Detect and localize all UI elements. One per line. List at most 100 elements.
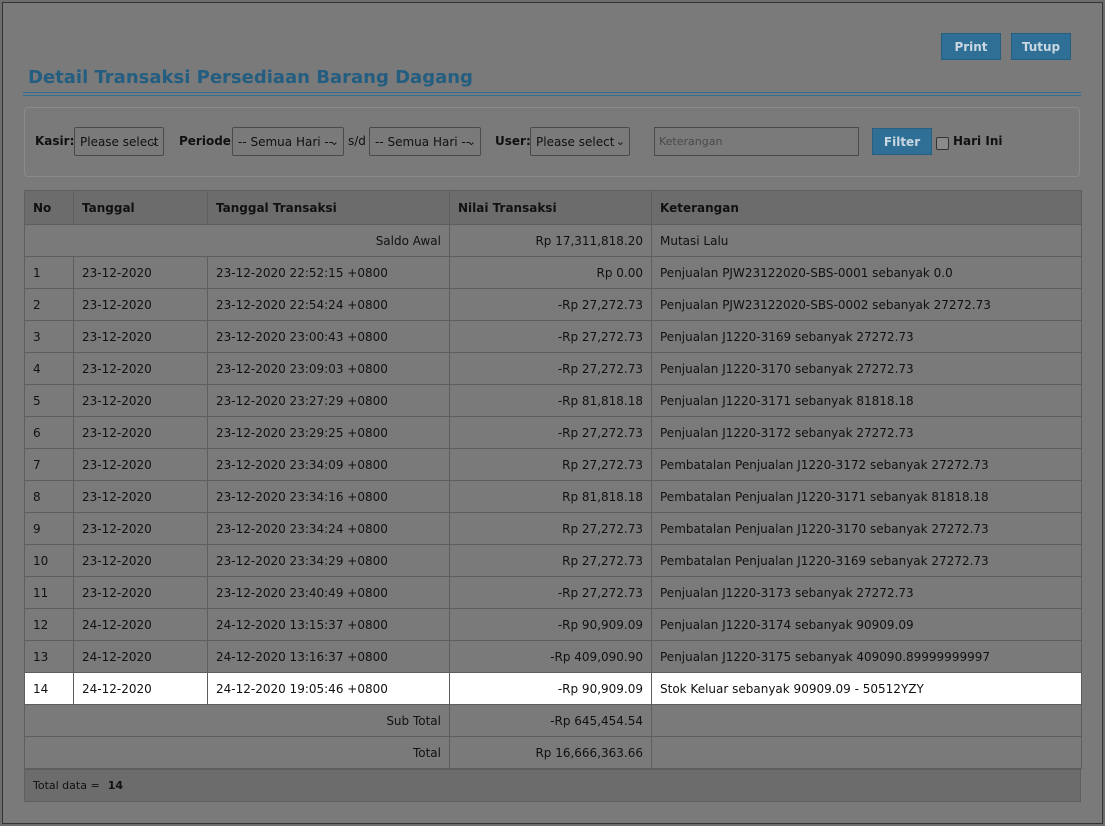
chevron-down-icon: ⌄ (466, 135, 476, 148)
cell-keterangan: Pembatalan Penjualan J1220-3169 sebanyak… (651, 544, 1082, 577)
cell-nilai-transaksi: -Rp 27,272.73 (449, 576, 652, 609)
cell-tanggal-transaksi: 23-12-2020 23:34:16 +0800 (207, 480, 450, 513)
table-row[interactable]: 7 23-12-2020 23-12-2020 23:34:09 +0800 Rp 2… (24, 448, 1082, 481)
print-button[interactable]: Print (941, 33, 1001, 60)
cell-nilai-transaksi: Rp 27,272.73 (449, 448, 652, 481)
close-button[interactable]: Tutup (1011, 33, 1071, 60)
cell-no: 14 (24, 672, 74, 705)
chevron-down-icon: ⌄ (329, 135, 339, 148)
total-data-count: 14 (107, 779, 123, 792)
table-row[interactable]: 13 24-12-2020 24-12-2020 13:16:37 +0800 -Rp… (24, 640, 1082, 673)
cell-keterangan: Penjualan J1220-3169 sebanyak 27272.73 (651, 320, 1082, 353)
hari-ini-label: Hari Ini (953, 134, 1003, 148)
table-row[interactable]: 5 23-12-2020 23-12-2020 23:27:29 +0800 -Rp … (24, 384, 1082, 417)
table-row[interactable]: 2 23-12-2020 23-12-2020 22:54:24 +0800 -Rp … (24, 288, 1082, 321)
cell-tanggal-transaksi: 23-12-2020 23:29:25 +0800 (207, 416, 450, 449)
periode-from-select[interactable]: -- Semua Hari -- ⌄ (232, 127, 344, 156)
col-header-nilai-transaksi[interactable]: Nilai Transaksi (449, 190, 652, 225)
cell-no: 10 (24, 544, 74, 577)
cell-tanggal: 23-12-2020 (73, 512, 208, 545)
table-row[interactable]: 11 23-12-2020 23-12-2020 23:40:49 +0800 -Rp… (24, 576, 1082, 609)
col-header-no[interactable]: No (24, 190, 74, 225)
cell-tanggal-transaksi: 24-12-2020 13:15:37 +0800 (207, 608, 450, 641)
cell-tanggal: 23-12-2020 (73, 448, 208, 481)
cell-tanggal-transaksi: 23-12-2020 22:52:15 +0800 (207, 256, 450, 289)
kasir-select-value: Please select (80, 134, 159, 149)
table-row[interactable]: 3 23-12-2020 23-12-2020 23:00:43 +0800 -Rp … (24, 320, 1082, 353)
cell-tanggal-transaksi: 24-12-2020 19:05:46 +0800 (207, 672, 450, 705)
col-header-keterangan[interactable]: Keterangan (651, 190, 1082, 225)
cell-nilai-transaksi: -Rp 27,272.73 (449, 416, 652, 449)
cell-keterangan: Penjualan J1220-3174 sebanyak 90909.09 (651, 608, 1082, 641)
periode-label: Periode: (179, 134, 236, 148)
cell-keterangan: Pembatalan Penjualan J1220-3172 sebanyak… (651, 448, 1082, 481)
cell-tanggal: 23-12-2020 (73, 352, 208, 385)
cell-keterangan: Penjualan J1220-3171 sebanyak 81818.18 (651, 384, 1082, 417)
saldo-awal-value: Rp 17,311,818.20 (449, 224, 652, 257)
table-row[interactable]: 6 23-12-2020 23-12-2020 23:29:25 +0800 -Rp … (24, 416, 1082, 449)
table-row[interactable]: 14 24-12-2020 24-12-2020 19:05:46 +0800 -Rp… (24, 672, 1082, 705)
cell-keterangan: Stok Keluar sebanyak 90909.09 - 50512YZY (651, 672, 1082, 705)
cell-nilai-transaksi: Rp 27,272.73 (449, 544, 652, 577)
cell-keterangan: Pembatalan Penjualan J1220-3171 sebanyak… (651, 480, 1082, 513)
table-row[interactable]: 9 23-12-2020 23-12-2020 23:34:24 +0800 Rp 2… (24, 512, 1082, 545)
cell-tanggal: 23-12-2020 (73, 384, 208, 417)
hari-ini-checkbox[interactable] (936, 137, 949, 150)
cell-tanggal-transaksi: 23-12-2020 22:54:24 +0800 (207, 288, 450, 321)
saldo-awal-row: Saldo Awal Rp 17,311,818.20 Mutasi Lalu (24, 224, 1082, 257)
table-footer: Total data = 14 (24, 769, 1081, 802)
title-divider-secondary (23, 95, 1081, 96)
sub-total-label: Sub Total (24, 704, 450, 737)
cell-tanggal-transaksi: 23-12-2020 23:09:03 +0800 (207, 352, 450, 385)
cell-tanggal: 23-12-2020 (73, 416, 208, 449)
cell-keterangan: Penjualan PJW23122020-SBS-0001 sebanyak … (651, 256, 1082, 289)
cell-tanggal-transaksi: 23-12-2020 23:34:29 +0800 (207, 544, 450, 577)
cell-keterangan: Penjualan J1220-3175 sebanyak 409090.899… (651, 640, 1082, 673)
cell-keterangan: Pembatalan Penjualan J1220-3170 sebanyak… (651, 512, 1082, 545)
cell-nilai-transaksi: -Rp 27,272.73 (449, 352, 652, 385)
cell-no: 6 (24, 416, 74, 449)
cell-nilai-transaksi: Rp 81,818.18 (449, 480, 652, 513)
table-row[interactable]: 10 23-12-2020 23-12-2020 23:34:29 +0800 Rp … (24, 544, 1082, 577)
user-select[interactable]: Please select ⌄ (530, 127, 630, 156)
filter-button[interactable]: Filter (872, 128, 932, 155)
cell-keterangan: Penjualan J1220-3170 sebanyak 27272.73 (651, 352, 1082, 385)
cell-tanggal-transaksi: 23-12-2020 23:27:29 +0800 (207, 384, 450, 417)
user-select-value: Please select (536, 134, 615, 149)
sub-total-keterangan (651, 704, 1082, 737)
periode-to-value: -- Semua Hari -- (375, 134, 471, 149)
periode-to-select[interactable]: -- Semua Hari -- ⌄ (369, 127, 481, 156)
cell-no: 2 (24, 288, 74, 321)
sub-total-value: -Rp 645,454.54 (449, 704, 652, 737)
keterangan-input[interactable]: Keterangan (654, 127, 859, 156)
cell-tanggal: 23-12-2020 (73, 544, 208, 577)
total-data-label: Total data = (33, 779, 100, 792)
transaction-table: No Tanggal Tanggal Transaksi Nilai Trans… (24, 190, 1082, 769)
cell-nilai-transaksi: -Rp 81,818.18 (449, 384, 652, 417)
table-row[interactable]: 12 24-12-2020 24-12-2020 13:15:37 +0800 -Rp… (24, 608, 1082, 641)
cell-tanggal-transaksi: 23-12-2020 23:34:24 +0800 (207, 512, 450, 545)
cell-keterangan: Penjualan PJW23122020-SBS-0002 sebanyak … (651, 288, 1082, 321)
cell-tanggal: 24-12-2020 (73, 672, 208, 705)
title-divider (23, 92, 1081, 93)
cell-no: 13 (24, 640, 74, 673)
cell-tanggal: 24-12-2020 (73, 640, 208, 673)
user-label: User: (495, 134, 531, 148)
cell-nilai-transaksi: -Rp 27,272.73 (449, 320, 652, 353)
chevron-down-icon: ⌄ (149, 135, 159, 148)
col-header-tanggal[interactable]: Tanggal (73, 190, 208, 225)
col-header-tanggal-transaksi[interactable]: Tanggal Transaksi (207, 190, 450, 225)
kasir-select[interactable]: Please select ⌄ (74, 127, 164, 156)
cell-tanggal: 24-12-2020 (73, 608, 208, 641)
table-row[interactable]: 1 23-12-2020 23-12-2020 22:52:15 +0800 Rp 0… (24, 256, 1082, 289)
cell-no: 5 (24, 384, 74, 417)
cell-keterangan: Penjualan J1220-3173 sebanyak 27272.73 (651, 576, 1082, 609)
cell-tanggal-transaksi: 23-12-2020 23:34:09 +0800 (207, 448, 450, 481)
cell-tanggal: 23-12-2020 (73, 288, 208, 321)
chevron-down-icon: ⌄ (615, 135, 625, 148)
table-row[interactable]: 4 23-12-2020 23-12-2020 23:09:03 +0800 -Rp … (24, 352, 1082, 385)
saldo-awal-keterangan: Mutasi Lalu (651, 224, 1082, 257)
table-row[interactable]: 8 23-12-2020 23-12-2020 23:34:16 +0800 Rp 8… (24, 480, 1082, 513)
sub-total-row: Sub Total -Rp 645,454.54 (24, 704, 1082, 737)
sd-label: s/d (348, 134, 366, 148)
